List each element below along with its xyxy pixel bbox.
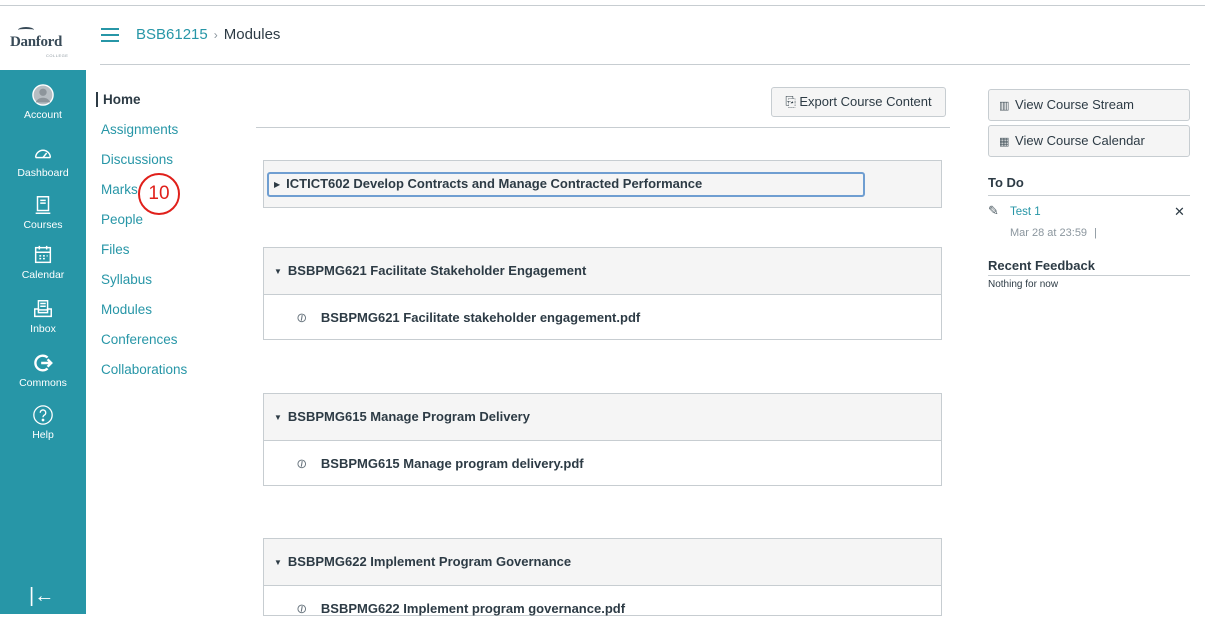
global-nav-label: Courses	[23, 219, 63, 231]
course-nav-people[interactable]: People	[101, 212, 143, 227]
global-nav-help[interactable]: Help	[0, 404, 86, 441]
export-button-label: Export Course Content	[799, 94, 932, 109]
module-item[interactable]: ⊘ BSBPMG615 Manage program delivery.pdf	[264, 440, 941, 485]
account-icon	[32, 84, 54, 106]
paperclip-icon: ⊘	[292, 308, 311, 327]
todo-item-link[interactable]: Test 1	[1010, 206, 1041, 218]
global-nav-label: Calendar	[21, 269, 65, 281]
breadcrumb: BSB61215 › Modules	[136, 26, 280, 43]
export-course-content-button[interactable]: ⎘ Export Course Content	[771, 87, 946, 117]
global-nav-inbox[interactable]: Inbox	[0, 298, 86, 335]
course-nav-home[interactable]: Home	[96, 92, 141, 107]
module-ictict602: ▶ ICTICT602 Develop Contracts and Manage …	[263, 160, 942, 208]
calendar-icon	[32, 244, 54, 266]
caret-down-icon: ▼	[274, 267, 282, 276]
global-nav-label: Inbox	[30, 323, 56, 335]
logo[interactable]: Danford COLLEGE	[0, 6, 86, 70]
global-nav: Account Dashboard Courses Calendar Inbox…	[0, 70, 86, 614]
module-bsbpmg615: ▼ BSBPMG615 Manage Program Delivery ⊘ BSBP…	[263, 393, 942, 486]
recent-feedback-text: Nothing for now	[988, 279, 1059, 290]
course-nav-modules[interactable]: Modules	[101, 302, 152, 317]
module-title: BSBPMG622 Implement Program Governance	[287, 554, 572, 569]
recent-feedback-heading: Recent Feedback	[988, 258, 1095, 273]
global-nav-label: Dashboard	[17, 167, 69, 179]
paperclip-icon: ⊘	[292, 454, 311, 473]
course-nav-marks[interactable]: Marks	[101, 182, 138, 197]
module-header[interactable]: ▶ ICTICT602 Develop Contracts and Manage …	[264, 161, 941, 207]
todo-due-date: Mar 28 at 23:59 |	[1010, 227, 1097, 239]
breadcrumb-separator: ›	[213, 28, 218, 42]
commons-icon	[32, 352, 54, 374]
calendar-icon: ▦	[999, 136, 1010, 148]
global-nav-commons[interactable]: Commons	[0, 352, 86, 389]
annotation-marker: 10	[138, 173, 180, 215]
todo-heading: To Do	[988, 175, 1024, 190]
module-bsbpmg621: ▼ BSBPMG621 Facilitate Stakeholder Engage…	[263, 247, 942, 340]
courses-icon	[32, 194, 54, 216]
caret-down-icon: ▼	[274, 413, 282, 422]
brand-name: Danford	[10, 34, 63, 50]
inbox-icon	[32, 298, 54, 320]
chart-icon: ▥	[999, 100, 1010, 112]
module-title: BSBPMG615 Manage Program Delivery	[287, 409, 530, 424]
course-nav-discussions[interactable]: Discussions	[101, 152, 173, 167]
global-nav-dashboard[interactable]: Dashboard	[0, 142, 86, 179]
module-item-title[interactable]: BSBPMG615 Manage program delivery.pdf	[321, 456, 584, 471]
dashboard-icon	[32, 142, 54, 164]
global-nav-courses[interactable]: Courses	[0, 194, 86, 231]
focus-ring	[267, 172, 865, 197]
course-nav-assignments[interactable]: Assignments	[101, 122, 178, 137]
global-nav-label: Help	[32, 429, 54, 441]
global-nav-label: Account	[24, 109, 62, 121]
help-icon	[32, 404, 54, 426]
module-item[interactable]: ⊘ BSBPMG622 Implement program governance.…	[264, 585, 941, 618]
breadcrumb-current: Modules	[223, 26, 281, 43]
module-header[interactable]: ▼ BSBPMG615 Manage Program Delivery	[264, 394, 941, 440]
quiz-icon: ✎	[988, 203, 999, 218]
view-course-calendar-button[interactable]: ▦ View Course Calendar	[988, 125, 1190, 157]
course-nav-syllabus[interactable]: Syllabus	[101, 272, 152, 287]
course-nav-conferences[interactable]: Conferences	[101, 332, 178, 347]
module-bsbpmg622: ▼ BSBPMG622 Implement Program Governance …	[263, 538, 942, 618]
view-calendar-label: View Course Calendar	[1015, 133, 1145, 148]
global-nav-label: Commons	[19, 377, 67, 389]
course-nav-collaborations[interactable]: Collaborations	[101, 362, 187, 377]
hamburger-menu-icon[interactable]	[101, 28, 119, 42]
feedback-divider	[988, 275, 1190, 276]
caret-down-icon: ▼	[274, 558, 282, 567]
module-item[interactable]: ⊘ BSBPMG621 Facilitate stakeholder engage…	[264, 294, 941, 339]
module-title: BSBPMG621 Facilitate Stakeholder Engagem…	[287, 263, 587, 278]
module-header[interactable]: ▼ BSBPMG622 Implement Program Governance	[264, 539, 941, 585]
module-item-title[interactable]: BSBPMG621 Facilitate stakeholder engagem…	[321, 310, 640, 325]
module-header[interactable]: ▼ BSBPMG621 Facilitate Stakeholder Engage…	[264, 248, 941, 294]
brand-sub: COLLEGE	[46, 53, 69, 58]
export-icon: ⎘	[785, 94, 796, 109]
collapse-nav-icon[interactable]: |←	[29, 585, 54, 608]
global-nav-account[interactable]: Account	[0, 84, 86, 121]
paperclip-icon: ⊘	[292, 599, 311, 618]
graduation-cap-icon	[18, 27, 34, 33]
header-divider	[100, 64, 1190, 65]
dismiss-todo-icon[interactable]: ✕	[1174, 204, 1185, 220]
view-course-stream-button[interactable]: ▥ View Course Stream	[988, 89, 1190, 121]
view-stream-label: View Course Stream	[1015, 97, 1135, 112]
top-border	[0, 5, 1205, 6]
caret-right-icon: ▶	[274, 180, 281, 189]
breadcrumb-course-link[interactable]: BSB61215	[136, 26, 208, 43]
todo-due-text: Mar 28 at 23:59	[1010, 227, 1088, 239]
todo-due-separator: |	[1094, 227, 1097, 239]
global-nav-calendar[interactable]: Calendar	[0, 244, 86, 281]
main-divider	[256, 127, 950, 128]
course-nav-files[interactable]: Files	[101, 242, 130, 257]
todo-divider	[988, 195, 1190, 196]
